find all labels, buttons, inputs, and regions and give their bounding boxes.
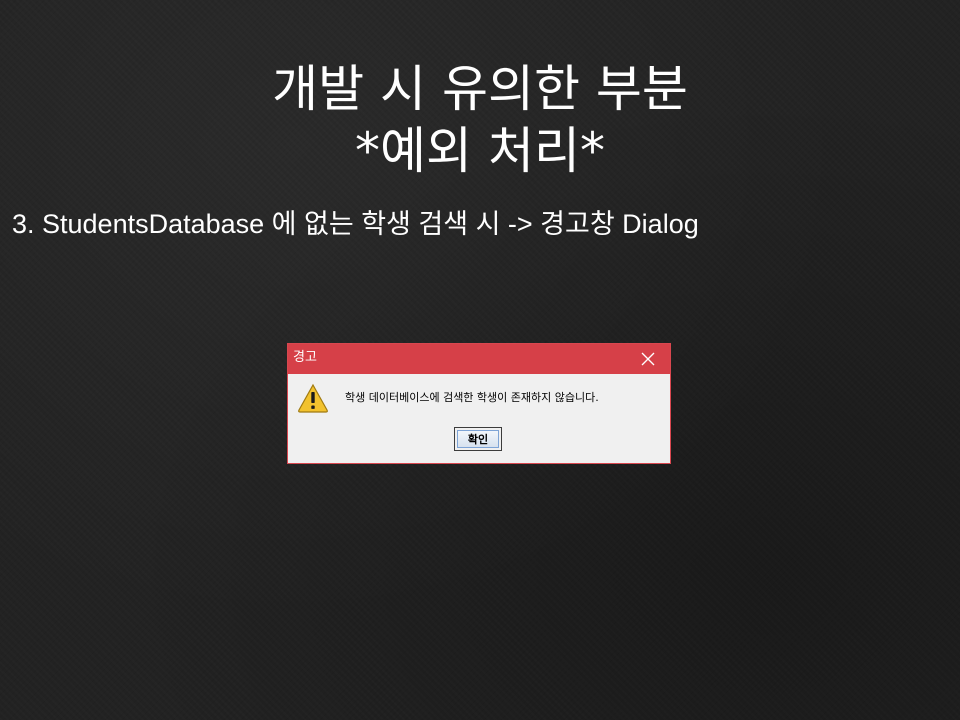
ok-button[interactable]: 확인: [454, 427, 502, 451]
dialog-content: 학생 데이터베이스에 검색한 학생이 존재하지 않습니다. 확인: [288, 374, 670, 463]
dialog-titlebar[interactable]: 경고: [288, 344, 670, 374]
slide-title-line-2: *예외 처리*: [355, 122, 605, 180]
close-button[interactable]: [626, 344, 670, 374]
slide-title-line-1: 개발 시 유의한 부분: [272, 60, 688, 118]
warning-dialog: 경고 학생 데이터베이스에 검색한 학생이 존재하지 않습니다. 확인: [287, 343, 671, 464]
dialog-title: 경고: [293, 350, 317, 365]
slide-title: 개발 시 유의한 부분 *예외 처리*: [0, 58, 960, 182]
warning-icon: [298, 383, 328, 413]
close-icon: [641, 352, 655, 366]
ok-button-label: 확인: [457, 430, 499, 448]
dialog-message: 학생 데이터베이스에 검색한 학생이 존재하지 않습니다.: [345, 391, 599, 404]
slide-body-text: 3. StudentsDatabase 에 없는 학생 검색 시 -> 경고창 …: [12, 209, 699, 239]
